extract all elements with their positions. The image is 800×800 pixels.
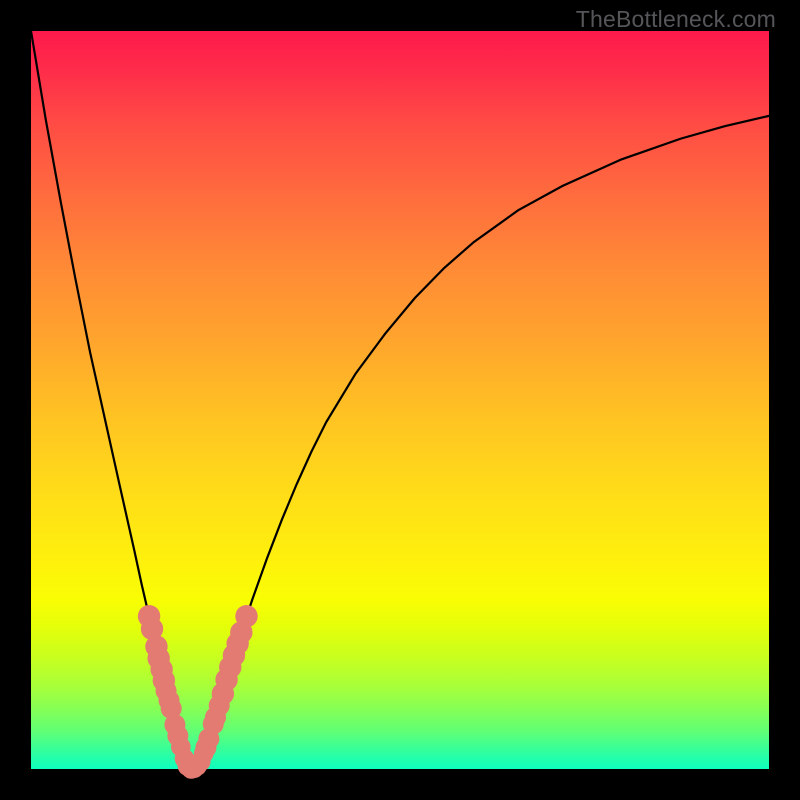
watermark-text: TheBottleneck.com	[576, 6, 776, 33]
chart-frame: TheBottleneck.com	[0, 0, 800, 800]
chart-svg	[31, 31, 769, 769]
plot-area	[31, 31, 769, 769]
bottleneck-curve	[31, 31, 769, 769]
marker-dot	[235, 605, 257, 627]
highlight-markers	[138, 605, 258, 779]
